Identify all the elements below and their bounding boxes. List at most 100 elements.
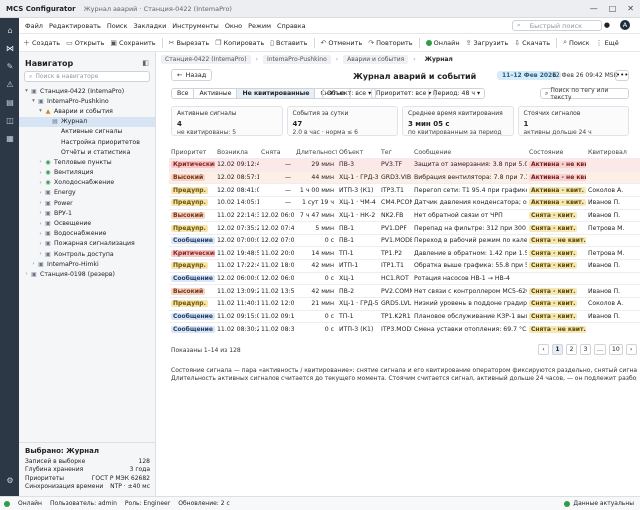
chevron-icon[interactable]: › bbox=[37, 251, 44, 257]
chevron-icon[interactable]: ▾ bbox=[37, 108, 44, 114]
navigator-search-input[interactable]: ⌕ Поиск в навигаторе bbox=[24, 71, 150, 82]
share-icon[interactable]: ⋈ bbox=[5, 44, 15, 53]
table-row[interactable]: Высокий 11.02 13:09:2711.02 13:52:04 42 ми… bbox=[169, 284, 640, 297]
create-button[interactable]: ＋ Создать bbox=[23, 38, 60, 48]
home-icon[interactable]: ⌂ bbox=[5, 26, 15, 35]
tree-item[interactable]: ▾ ▣ IntemaPro-Pushkino bbox=[19, 96, 155, 106]
tree-item[interactable]: Настройка приоритетов bbox=[19, 137, 155, 147]
tree-item[interactable]: ▤ Журнал bbox=[19, 116, 155, 127]
database-icon[interactable]: ◫ bbox=[5, 116, 15, 125]
page-1[interactable]: 1 bbox=[552, 344, 563, 355]
col-priority[interactable]: Приоритет bbox=[169, 149, 215, 156]
tree-item[interactable]: › ▣ ВРУ-1 bbox=[19, 208, 155, 218]
tab-active[interactable]: Активные bbox=[194, 89, 238, 98]
col-message[interactable]: Сообщение bbox=[412, 149, 527, 156]
page-more-button[interactable]: ••• bbox=[615, 70, 629, 81]
table-row[interactable]: Критический11.02 19:48:5511.02 20:03:11 1… bbox=[169, 246, 640, 259]
breadcrumb-item[interactable]: Аварии и события bbox=[343, 55, 409, 64]
table-search-input[interactable]: ⌕ Поиск по тегу или тексту bbox=[540, 87, 629, 101]
minimize-button[interactable]: — bbox=[590, 4, 598, 13]
back-button[interactable]: ← Назад bbox=[171, 69, 213, 81]
cut-button[interactable]: ✂ Вырезать bbox=[169, 39, 210, 47]
page-prev[interactable]: ‹ bbox=[538, 344, 549, 355]
close-button[interactable]: ✕ bbox=[627, 4, 634, 13]
open-button[interactable]: ▭ Открыть bbox=[66, 39, 104, 47]
tab-all[interactable]: Все bbox=[172, 89, 195, 98]
chevron-icon[interactable]: ▾ bbox=[23, 88, 30, 94]
menu-tools[interactable]: Инструменты bbox=[172, 22, 219, 30]
table-row[interactable]: Сообщение11.02 09:15:0011.02 09:15:000 с… bbox=[169, 309, 640, 323]
menu-edit[interactable]: Редактировать bbox=[49, 22, 101, 30]
table-row[interactable]: Предупр. 10.02 14:05:10 — 1 сут 19 ч ХЦ-1 · … bbox=[169, 195, 640, 209]
tree-item[interactable]: › ▣ Пожарная сигнализация bbox=[19, 239, 155, 249]
upload-button[interactable]: ⇪ Загрузить bbox=[466, 39, 509, 47]
col-object[interactable]: Объект bbox=[337, 149, 379, 156]
chevron-icon[interactable]: ▾ bbox=[30, 98, 37, 104]
tree-item[interactable]: › ▣ Контроль доступа bbox=[19, 249, 155, 259]
menu-mode[interactable]: Режим bbox=[248, 22, 271, 30]
search-button[interactable]: ⌕ Поиск bbox=[563, 38, 590, 47]
page-next[interactable]: › bbox=[625, 344, 637, 355]
menu-file[interactable]: Файл bbox=[25, 22, 43, 30]
menu-help[interactable]: Справка bbox=[277, 22, 306, 30]
chevron-icon[interactable]: › bbox=[37, 231, 44, 237]
col-tag[interactable]: Тег bbox=[379, 149, 412, 156]
breadcrumb-item[interactable]: Станция-0422 (IntemaPro) bbox=[161, 55, 251, 64]
document-icon[interactable]: ▤ bbox=[5, 98, 15, 107]
online-toggle[interactable]: Онлайн bbox=[425, 39, 460, 47]
page-10[interactable]: 10 bbox=[609, 344, 623, 355]
page-3[interactable]: 3 bbox=[580, 344, 591, 355]
chevron-icon[interactable]: › bbox=[37, 221, 44, 227]
chevron-icon[interactable]: › bbox=[37, 159, 44, 165]
chevron-icon[interactable]: › bbox=[30, 261, 37, 267]
col-cleared[interactable]: Снята bbox=[259, 149, 294, 156]
table-row[interactable]: Высокий 12.02 08:57:10 — 44 мин ХЦ-1 · ГРД-3… bbox=[169, 170, 640, 184]
table-row[interactable]: Сообщение11.02 08:30:2211.02 08:30:220 с… bbox=[169, 322, 640, 335]
settings-icon[interactable]: ⚙ bbox=[5, 476, 15, 485]
redo-button[interactable]: ↷ Повторить bbox=[368, 39, 412, 47]
chevron-icon[interactable]: › bbox=[37, 190, 44, 196]
object-filter[interactable]: Объект: все ▾ bbox=[322, 88, 377, 99]
chevron-icon[interactable]: › bbox=[37, 180, 44, 186]
tree-item[interactable]: ▾ ▣ Станция-0422 (IntemaPro) bbox=[19, 86, 155, 96]
tab-unacknowledged[interactable]: Не квитированные bbox=[237, 89, 316, 98]
menu-search[interactable]: Поиск bbox=[107, 22, 128, 30]
tree-item[interactable]: › ▣ Power bbox=[19, 198, 155, 208]
table-row[interactable]: Предупр. 12.02 07:35:2612.02 07:41:05 5 ми… bbox=[169, 221, 640, 234]
tree-item[interactable]: › ◉ Холодоснабжение bbox=[19, 178, 155, 188]
chevron-icon[interactable]: › bbox=[37, 241, 44, 247]
collapse-panel-icon[interactable]: ◧ bbox=[142, 59, 149, 67]
edit-icon[interactable]: ✎ bbox=[5, 62, 15, 71]
chart-icon[interactable]: ▦ bbox=[5, 134, 15, 143]
avatar[interactable]: A bbox=[620, 20, 630, 30]
table-row[interactable]: Предупр. 11.02 17:22:4011.02 18:05:33 42 м… bbox=[169, 259, 640, 272]
tree-item[interactable]: Отчёты и статистика bbox=[19, 147, 155, 157]
priority-filter[interactable]: Приоритет: все ▾ bbox=[371, 88, 437, 99]
alert-icon[interactable]: ⚠ bbox=[5, 80, 15, 89]
chevron-icon[interactable]: › bbox=[37, 170, 44, 176]
period-filter[interactable]: Период: 48 ч ▾ bbox=[428, 88, 486, 99]
table-row[interactable]: Предупр. 12.02 08:41:02 — 1 ч 00 мин ИТП-3 (… bbox=[169, 183, 640, 196]
tree-item[interactable]: › ◉ Вентиляция bbox=[19, 168, 155, 178]
chevron-icon[interactable]: › bbox=[37, 210, 44, 216]
table-row[interactable]: Предупр. 11.02 11:40:1611.02 12:01:48 21 м… bbox=[169, 297, 640, 310]
table-row[interactable]: Сообщение12.02 06:00:0012.02 06:00:000 с… bbox=[169, 271, 640, 285]
table-row[interactable]: Высокий 11.02 22:14:3312.02 06:02:19 7 ч 4… bbox=[169, 208, 640, 222]
quick-search-input[interactable]: ⌕ Быстрый поиск bbox=[512, 20, 602, 31]
tree-item[interactable]: Активные сигналы bbox=[19, 127, 155, 137]
tree-item[interactable]: › ▣ Станция-0198 (резерв) bbox=[19, 269, 155, 279]
tree-item[interactable]: › ◉ Тепловые пункты bbox=[19, 157, 155, 167]
breadcrumb-item[interactable]: IntemaPro-Pushkino bbox=[262, 55, 331, 64]
tree-item[interactable]: ▾ ▲ Аварии и события bbox=[19, 106, 155, 116]
paste-button[interactable]: ▯ Вставить bbox=[270, 39, 307, 47]
undo-button[interactable]: ↶ Отменить bbox=[321, 39, 363, 47]
table-row[interactable]: Критический12.02 09:12:44 — 29 мин ПВ-3 PV3.… bbox=[169, 158, 640, 171]
save-button[interactable]: ▣ Сохранить bbox=[110, 39, 155, 47]
chevron-icon[interactable]: › bbox=[37, 200, 44, 206]
table-row[interactable]: Сообщение12.02 07:00:0412.02 07:00:040 с… bbox=[169, 233, 640, 247]
more-button[interactable]: ⋮ Ещё bbox=[596, 39, 619, 47]
menu-bookmarks[interactable]: Закладки bbox=[133, 22, 166, 30]
page-2[interactable]: 2 bbox=[566, 344, 577, 355]
maximize-button[interactable]: □ bbox=[609, 4, 617, 13]
copy-button[interactable]: ❐ Копировать bbox=[215, 39, 264, 47]
